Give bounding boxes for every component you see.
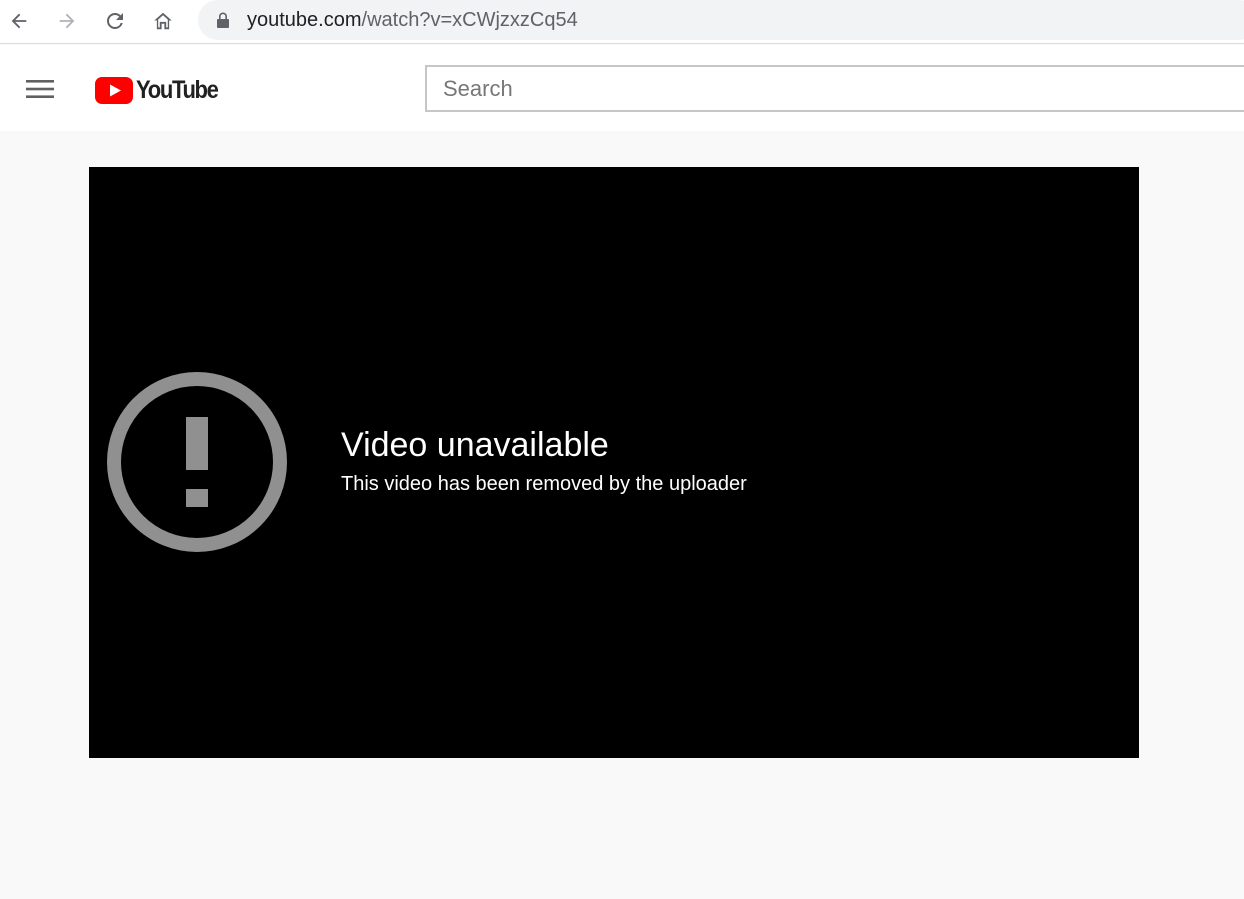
- youtube-header: YouTube: [0, 45, 1244, 131]
- forward-button[interactable]: [51, 5, 83, 37]
- url-text: youtube.com/watch?v=xCWjzxzCq54: [247, 8, 578, 32]
- video-player[interactable]: Video unavailable This video has been re…: [89, 167, 1139, 758]
- error-subtitle: This video has been removed by the uploa…: [341, 473, 747, 495]
- youtube-play-icon: [95, 76, 133, 104]
- home-button[interactable]: [147, 5, 179, 37]
- exclamation-circle-icon: [107, 372, 287, 552]
- home-icon: [154, 12, 172, 30]
- search-input[interactable]: [427, 67, 1244, 110]
- url-host: youtube.com: [247, 9, 362, 31]
- back-button[interactable]: [3, 5, 35, 37]
- arrow-left-icon: [11, 13, 27, 29]
- reload-icon: [107, 12, 123, 29]
- hamburger-menu-icon: [26, 80, 54, 98]
- logo-wordmark: YouTube: [136, 76, 219, 104]
- search-box[interactable]: [425, 65, 1244, 112]
- error-title: Video unavailable: [341, 426, 609, 464]
- reload-button[interactable]: [99, 5, 131, 37]
- url-path: /watch?v=xCWjzxzCq54: [361, 9, 578, 31]
- lock-icon: [217, 12, 229, 28]
- youtube-logo[interactable]: YouTube: [95, 75, 229, 105]
- guide-menu-button[interactable]: [16, 69, 64, 109]
- arrow-right-icon: [59, 13, 75, 29]
- browser-toolbar: youtube.com/watch?v=xCWjzxzCq54: [0, 0, 1244, 44]
- address-bar[interactable]: youtube.com/watch?v=xCWjzxzCq54: [198, 0, 1244, 40]
